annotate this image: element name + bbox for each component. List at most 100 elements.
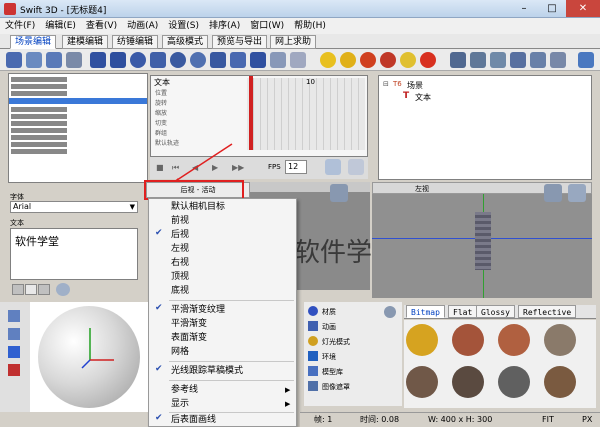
- menu-file[interactable]: 文件(F): [0, 18, 40, 34]
- fps-input[interactable]: 12: [285, 160, 307, 174]
- camera-orbit-right-icon[interactable]: [544, 184, 562, 202]
- material-prop-label[interactable]: 动画: [322, 322, 336, 332]
- timeline-playhead[interactable]: [249, 76, 253, 150]
- text-3d-icon[interactable]: [270, 52, 286, 68]
- font-select[interactable]: Arial ▼: [10, 201, 138, 213]
- maximize-button[interactable]: □: [538, 0, 566, 17]
- material-prop-label[interactable]: 环境: [322, 352, 336, 362]
- group-tool-icon[interactable]: [46, 52, 62, 68]
- menu-view[interactable]: 查看(V): [81, 18, 122, 34]
- material-prop-label[interactable]: 模型库: [322, 367, 343, 377]
- menu-window[interactable]: 窗口(W): [245, 18, 289, 34]
- loop-icon[interactable]: [325, 159, 341, 175]
- tube-icon[interactable]: [230, 52, 246, 68]
- menu-left-view[interactable]: 左视: [149, 242, 298, 256]
- align-right-icon[interactable]: [38, 284, 50, 295]
- record-icon[interactable]: [348, 159, 364, 175]
- tab-reflective[interactable]: Reflective: [518, 305, 577, 318]
- settings-icon[interactable]: [530, 52, 546, 68]
- viewport-right[interactable]: [372, 194, 592, 298]
- spotlight-icon[interactable]: [340, 52, 356, 68]
- material-swatch[interactable]: [544, 324, 576, 356]
- status-fit[interactable]: FIT: [542, 413, 554, 426]
- menu-help[interactable]: 帮助(H): [289, 18, 331, 34]
- menu-guides[interactable]: 参考线: [149, 383, 298, 397]
- rotate-x-icon[interactable]: [8, 310, 20, 322]
- tab-glossy[interactable]: Glossy: [476, 305, 515, 318]
- disc-icon[interactable]: [190, 52, 206, 68]
- cube-icon[interactable]: [90, 52, 106, 68]
- tab-scene-edit[interactable]: 场景编辑: [10, 35, 57, 49]
- tree-root[interactable]: 场景: [407, 80, 423, 91]
- material-prop-label[interactable]: 材质: [322, 307, 336, 317]
- text-tool-icon[interactable]: [290, 52, 306, 68]
- scene-tool-icon[interactable]: [26, 52, 42, 68]
- menu-default-camera-target[interactable]: 默认相机目标: [149, 200, 298, 214]
- menu-right-view[interactable]: 右视: [149, 256, 298, 270]
- light-icon[interactable]: [320, 52, 336, 68]
- tab-model-edit[interactable]: 建模编辑: [62, 35, 109, 49]
- area-light-icon[interactable]: [380, 52, 396, 68]
- camera-orbit-icon[interactable]: [330, 184, 348, 202]
- material-swatch[interactable]: [498, 324, 530, 356]
- material-swatch[interactable]: [452, 366, 484, 398]
- rotate-y-icon[interactable]: [8, 328, 20, 340]
- menu-bottom-view[interactable]: 底视: [149, 284, 298, 298]
- text-object-side[interactable]: [475, 212, 491, 270]
- preview-icon[interactable]: [550, 52, 566, 68]
- ungroup-tool-icon[interactable]: [66, 52, 82, 68]
- menu-arrange[interactable]: 排序(A): [204, 18, 245, 34]
- tab-preview-export[interactable]: 预览与导出: [212, 35, 268, 49]
- tab-advanced[interactable]: 高级模式: [162, 35, 209, 49]
- cone-icon[interactable]: [110, 52, 126, 68]
- camera-target-icon[interactable]: [470, 52, 486, 68]
- material-swatch[interactable]: [406, 324, 438, 356]
- sphere-icon[interactable]: [130, 52, 146, 68]
- cylinder-icon[interactable]: [150, 52, 166, 68]
- menu-front-view[interactable]: 前视: [149, 214, 298, 228]
- text-input[interactable]: 软件学堂: [10, 228, 138, 280]
- pyramid-icon[interactable]: [210, 52, 226, 68]
- tab-online-help[interactable]: 网上求助: [270, 35, 317, 49]
- material-prop-label[interactable]: 图像遮罩: [322, 382, 350, 392]
- render-icon[interactable]: [490, 52, 506, 68]
- globe-icon[interactable]: [56, 283, 70, 296]
- select-tool-icon[interactable]: [6, 52, 22, 68]
- material-swatch[interactable]: [498, 366, 530, 398]
- ambient-light-icon[interactable]: [400, 52, 416, 68]
- tab-flat[interactable]: Flat: [448, 305, 478, 318]
- drop-material-icon[interactable]: [384, 306, 396, 318]
- torus-icon[interactable]: [170, 52, 186, 68]
- tab-bitmap[interactable]: Bitmap: [406, 305, 445, 318]
- menu-smooth-shade-texture[interactable]: 平滑渐变纹理: [149, 303, 298, 317]
- menu-raytrace-draft[interactable]: 光线跟踪草稿模式: [149, 364, 298, 378]
- menu-settings[interactable]: 设置(S): [163, 18, 204, 34]
- camera-pan-icon[interactable]: [568, 184, 586, 202]
- menu-backface-lines[interactable]: 后表面画线: [149, 413, 298, 427]
- tree-child[interactable]: 文本: [415, 92, 431, 103]
- material-prop-label[interactable]: 灯光模式: [322, 337, 350, 347]
- reset-rotation-icon[interactable]: [8, 364, 20, 376]
- camera-icon[interactable]: [450, 52, 466, 68]
- tree-toggle-icon[interactable]: ⊟: [383, 80, 389, 88]
- material-swatch[interactable]: [544, 366, 576, 398]
- menu-back-view[interactable]: 后视: [149, 228, 298, 242]
- rotate-z-icon[interactable]: [8, 346, 20, 358]
- menu-smooth-shade[interactable]: 平滑渐变: [149, 317, 298, 331]
- list-item-selected[interactable]: [9, 98, 147, 104]
- menu-animation[interactable]: 动画(A): [122, 18, 163, 34]
- menu-edit[interactable]: 编辑(E): [40, 18, 81, 34]
- status-px[interactable]: PX: [582, 413, 592, 426]
- minimize-button[interactable]: –: [510, 0, 538, 17]
- align-left-icon[interactable]: [12, 284, 24, 295]
- timeline-grid[interactable]: [247, 78, 365, 150]
- menu-top-view[interactable]: 顶视: [149, 270, 298, 284]
- point-light-icon[interactable]: [360, 52, 376, 68]
- tab-lathe-edit[interactable]: 纺锤编辑: [112, 35, 159, 49]
- material-swatch[interactable]: [452, 324, 484, 356]
- directional-light-icon[interactable]: [420, 52, 436, 68]
- export-icon[interactable]: [510, 52, 526, 68]
- close-button[interactable]: ✕: [566, 0, 600, 17]
- menu-wireframe[interactable]: 网格: [149, 345, 298, 359]
- align-center-icon[interactable]: [25, 284, 37, 295]
